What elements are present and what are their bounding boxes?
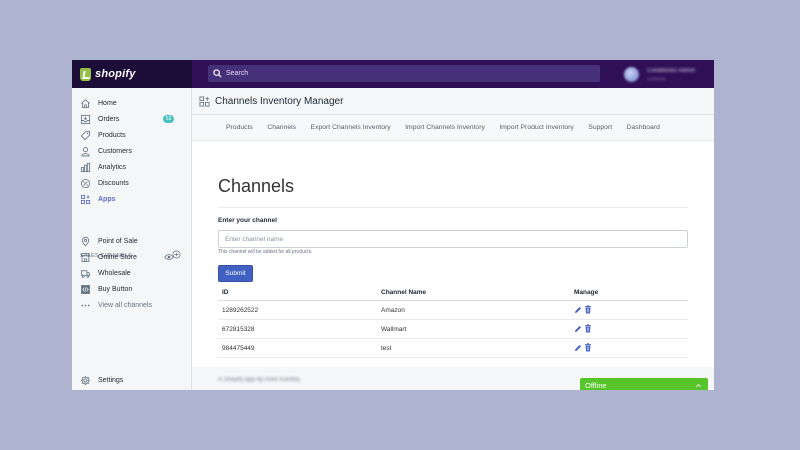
column-id: ID — [222, 289, 229, 296]
location-icon — [81, 236, 90, 247]
sidebar-item-buy-button[interactable]: Buy Button — [80, 282, 184, 296]
page-title: Channels Inventory Manager — [215, 95, 344, 107]
column-manage: Manage — [574, 289, 599, 296]
sidebar-item-discounts[interactable]: Discounts — [80, 176, 184, 190]
tab-import-product-inventory[interactable]: Import Product Inventory — [499, 124, 573, 131]
tab-export-channels-inventory[interactable]: Export Channels Inventory — [311, 124, 391, 131]
edit-icon[interactable] — [574, 343, 582, 352]
shopify-logo[interactable]: shopify — [72, 60, 192, 88]
tab-dashboard[interactable]: Dashboard — [627, 124, 660, 131]
more-dots-icon — [81, 304, 90, 306]
channel-id: 984475449 — [222, 345, 255, 352]
table-row: 672815328 Wallmart — [218, 320, 688, 339]
orders-count-badge: 53 — [163, 115, 174, 123]
gear-icon — [80, 375, 91, 385]
trash-icon[interactable] — [584, 343, 592, 352]
edit-icon[interactable] — [574, 324, 582, 333]
sidebar-item-point-of-sale[interactable]: Point of Sale — [80, 234, 184, 248]
channel-name: test — [381, 345, 392, 352]
column-channel-name: Channel Name — [381, 289, 427, 296]
app-grid-icon — [199, 96, 210, 106]
channel-name-input[interactable] — [218, 230, 688, 248]
app-nav-tabs: Products Channels Export Channels Invent… — [192, 115, 714, 141]
apps-icon — [80, 194, 91, 204]
sidebar-item-online-store[interactable]: Online Store — [80, 250, 184, 264]
chat-status-label: Offline — [585, 380, 607, 390]
channels-panel: Channels Enter your channel This channel… — [192, 141, 714, 367]
tag-icon — [80, 130, 91, 140]
channel-id: 672815328 — [222, 326, 255, 333]
tab-support[interactable]: Support — [588, 124, 612, 131]
divider — [218, 207, 688, 208]
sidebar-item-apps[interactable]: Apps — [80, 192, 184, 206]
trash-icon[interactable] — [584, 305, 592, 314]
chat-widget[interactable]: Offline — [580, 378, 708, 390]
store-name: coolblocks — [647, 75, 666, 81]
trash-icon[interactable] — [584, 324, 592, 333]
channel-name: Wallmart — [381, 326, 407, 333]
chevron-up-icon[interactable] — [695, 382, 702, 389]
top-bar: shopify Search CoolBlocks Admin coolbloc… — [72, 60, 714, 88]
table-header: ID Channel Name Manage — [218, 283, 688, 301]
search-input[interactable]: Search — [208, 65, 600, 82]
orders-icon — [80, 114, 91, 124]
main-area: Channels Inventory Manager Products Chan… — [192, 88, 714, 390]
sidebar-item-settings[interactable]: Settings — [80, 373, 184, 387]
manage-actions — [574, 305, 592, 314]
eye-icon[interactable] — [164, 252, 174, 262]
tab-import-channels-inventory[interactable]: Import Channels Inventory — [405, 124, 485, 131]
app-credit-footer: A Shopify app by Ankit Kamboj — [218, 377, 300, 383]
sidebar-item-orders[interactable]: Orders 53 — [80, 112, 184, 126]
channel-id: 1289262522 — [222, 307, 259, 314]
app-window: shopify Search CoolBlocks Admin coolbloc… — [72, 60, 714, 390]
tab-channels[interactable]: Channels — [267, 124, 296, 131]
brand-name: shopify — [95, 68, 136, 80]
store-icon — [80, 252, 91, 262]
manage-actions — [574, 343, 592, 352]
avatar — [624, 66, 639, 82]
shopping-bag-icon — [80, 67, 91, 81]
sidebar-item-analytics[interactable]: Analytics — [80, 160, 184, 174]
code-icon — [81, 284, 90, 294]
view-all-channels-link[interactable]: View all channels — [80, 298, 184, 312]
tab-products[interactable]: Products — [226, 124, 253, 131]
channel-field-label: Enter your channel — [218, 217, 277, 224]
user-menu[interactable]: CoolBlocks Admin coolblocks — [620, 62, 714, 86]
home-icon — [81, 98, 90, 108]
user-name: CoolBlocks Admin — [647, 67, 696, 74]
wholesale-icon — [80, 269, 91, 278]
manage-actions — [574, 324, 592, 333]
person-icon — [81, 146, 90, 156]
sidebar-item-wholesale[interactable]: Wholesale — [80, 266, 184, 280]
section-heading: Channels — [218, 176, 295, 196]
search-label: Search — [226, 70, 249, 77]
bar-chart-icon — [80, 162, 91, 172]
channels-table: ID Channel Name Manage 1289262522 Amazon… — [218, 283, 688, 358]
discount-icon — [80, 178, 91, 188]
sidebar-item-home[interactable]: Home — [80, 96, 184, 110]
table-row: 1289262522 Amazon — [218, 301, 688, 320]
sidebar-item-customers[interactable]: Customers — [80, 144, 184, 158]
channel-name: Amazon — [381, 307, 405, 314]
app-header: Channels Inventory Manager — [192, 88, 714, 115]
edit-icon[interactable] — [574, 305, 582, 314]
table-row: 984475449 test — [218, 339, 688, 358]
channel-help-text: This channel will be added for all produ… — [218, 249, 313, 255]
sidebar-item-products[interactable]: Products — [80, 128, 184, 142]
search-icon — [213, 69, 222, 78]
sidebar: Home Orders 53 Products Customers Analyt… — [72, 88, 192, 390]
submit-button[interactable]: Submit — [218, 265, 253, 282]
